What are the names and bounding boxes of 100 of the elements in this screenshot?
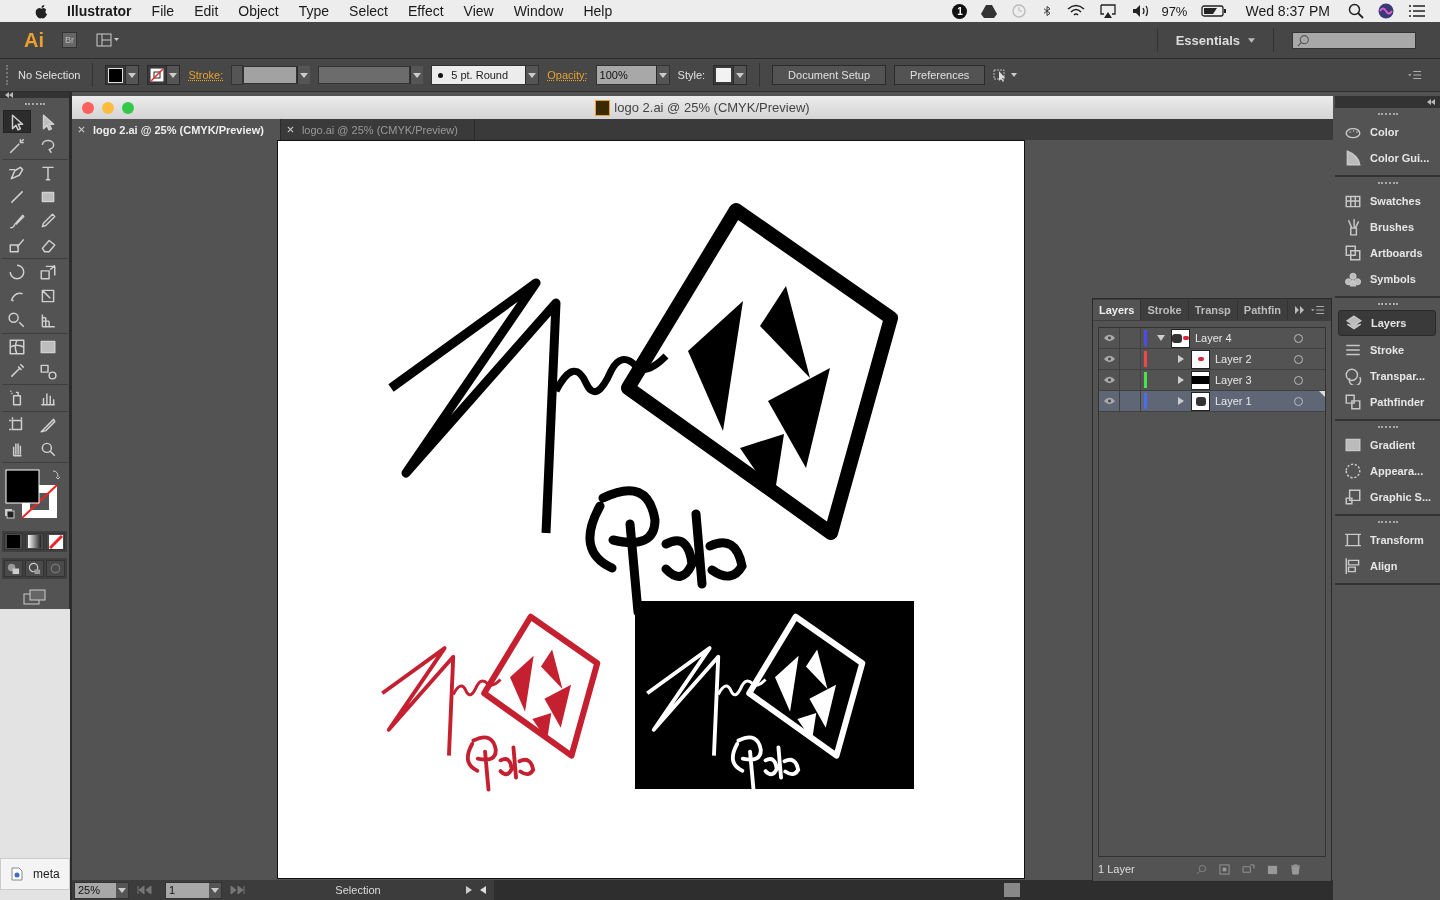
close-icon[interactable] [78, 126, 85, 133]
disclosure-icon[interactable] [1157, 334, 1165, 342]
eye-icon[interactable] [1102, 334, 1116, 342]
battery-icon[interactable] [1201, 4, 1228, 18]
panel-item[interactable]: Stroke [1338, 338, 1436, 362]
isolate-icon[interactable] [993, 68, 1020, 82]
eye-icon[interactable] [1102, 355, 1116, 363]
menu-item[interactable]: Object [238, 3, 279, 19]
menu-item[interactable]: Effect [408, 3, 444, 19]
brush-dropdown[interactable] [318, 66, 424, 84]
panel-item[interactable]: Appeara... [1338, 459, 1436, 483]
fill-swatch [108, 67, 124, 83]
document-icon [11, 867, 23, 881]
expand-icon[interactable] [1295, 306, 1305, 314]
wifi-icon[interactable] [1067, 4, 1086, 18]
eye-icon[interactable] [1102, 376, 1116, 384]
layer-name[interactable]: Layer 3 [1215, 374, 1294, 386]
panel-tab[interactable]: Layers [1093, 300, 1142, 320]
panel-item[interactable]: Pathfinder [1338, 390, 1436, 414]
new-layer-icon[interactable] [1267, 863, 1278, 875]
menu-item[interactable]: Select [349, 3, 388, 19]
layer-name[interactable]: Layer 1 [1215, 395, 1294, 407]
trash-icon[interactable] [1290, 863, 1301, 875]
airplay-icon[interactable] [1099, 3, 1118, 19]
scrollbar-thumb[interactable] [1004, 883, 1020, 897]
scroll-left-icon[interactable] [480, 886, 486, 894]
gradient-button[interactable] [25, 533, 44, 550]
layer-row[interactable]: Layer 4 [1099, 328, 1325, 349]
stroke-link[interactable]: Stroke: [188, 69, 224, 81]
opacity-field[interactable]: 100% [595, 65, 670, 85]
stroke-dropdown[interactable] [147, 65, 181, 85]
menu-item[interactable]: Help [583, 3, 613, 19]
clipping-mask-icon[interactable] [1219, 863, 1230, 875]
menu-item[interactable]: Type [298, 3, 330, 19]
style-dropdown[interactable] [713, 65, 748, 85]
panel-item[interactable]: Swatches [1338, 189, 1436, 213]
caret-icon[interactable] [1248, 37, 1255, 43]
disclosure-icon[interactable] [1177, 376, 1185, 384]
menu-item[interactable]: Edit [194, 3, 219, 19]
panel-item[interactable]: Align [1338, 554, 1436, 578]
artboard-field[interactable]: 1 [165, 881, 222, 899]
tool-button[interactable] [3, 110, 31, 133]
opacity-link[interactable]: Opacity: [547, 69, 588, 81]
layer-row[interactable]: Layer 2 [1099, 349, 1325, 370]
disclosure-icon[interactable] [1177, 355, 1185, 363]
menu-item[interactable]: File [151, 3, 175, 19]
toolbar-button[interactable]: Preferences [894, 65, 986, 85]
menu-item[interactable]: Window [513, 3, 564, 19]
layer-name[interactable]: Layer 2 [1215, 353, 1294, 365]
layer-name[interactable]: Layer 4 [1195, 332, 1294, 344]
panel-item[interactable]: Graphic S... [1338, 485, 1436, 509]
document-tab[interactable]: logo 2.ai @ 25% (CMYK/Preview) [72, 119, 281, 140]
panel-menu-icon[interactable] [1311, 305, 1325, 315]
eyedropper-icon [8, 361, 26, 380]
panel-tab[interactable]: Transp [1188, 300, 1238, 320]
squares-icon [1344, 393, 1362, 411]
fill-dropdown[interactable] [105, 65, 140, 85]
panel-item[interactable]: Transpar... [1338, 364, 1436, 388]
collapse-icon[interactable] [1426, 99, 1436, 105]
toolbar-button[interactable]: Document Setup [772, 65, 887, 85]
transform-icon [1344, 531, 1362, 549]
app-menu[interactable]: Illustrator [67, 3, 132, 19]
stroke-weight-field[interactable] [231, 66, 311, 84]
layer-thumbnail [1191, 370, 1210, 390]
clock[interactable]: Wed 8:37 PM [1245, 3, 1330, 19]
panel-item[interactable]: Color Gui... [1338, 146, 1436, 170]
eye-icon[interactable] [1102, 397, 1116, 405]
siri-icon[interactable] [1378, 3, 1394, 19]
panel-item[interactable]: Transform [1338, 528, 1436, 552]
panel-item[interactable]: Gradient [1338, 433, 1436, 457]
play-icon[interactable] [466, 886, 472, 894]
apple-icon[interactable] [34, 3, 49, 19]
search-field[interactable] [1292, 31, 1416, 49]
arrange-documents-icon[interactable] [95, 33, 121, 47]
panel-tab[interactable]: Pathfin [1237, 300, 1289, 320]
desktop-file[interactable]: meta [0, 858, 70, 890]
list-icon[interactable] [1408, 4, 1426, 18]
notification-badge[interactable]: 1 [952, 3, 968, 19]
screen-mode-icon[interactable] [22, 589, 47, 605]
window-title: logo 2.ai @ 25% (CMYK/Preview) [614, 100, 810, 115]
panel-item[interactable]: Layers [1338, 310, 1436, 336]
search-icon[interactable] [1348, 3, 1364, 19]
close-icon[interactable] [286, 126, 294, 133]
panel-menu-icon[interactable] [1408, 70, 1422, 80]
panel-item[interactable]: Symbols [1338, 267, 1436, 291]
panel-item[interactable]: Brushes [1338, 215, 1436, 239]
color-button[interactable] [4, 533, 23, 550]
draw-normal-button[interactable] [4, 560, 23, 577]
draw-behind-button[interactable] [25, 560, 44, 577]
menu-item[interactable]: View [463, 3, 494, 19]
none-button[interactable] [46, 533, 65, 550]
zoom-dropdown[interactable]: 25% [74, 881, 129, 899]
workspace-switcher[interactable]: Essentials [1175, 32, 1240, 48]
disclosure-icon[interactable] [1177, 397, 1185, 405]
panel-item[interactable]: Artboards [1338, 241, 1436, 265]
layer-row[interactable]: Layer 1 [1099, 391, 1325, 412]
brush-profile-dropdown[interactable]: 5 pt. Round [431, 65, 540, 85]
panel-item[interactable]: Color [1338, 120, 1436, 144]
app-logo: Ai [24, 28, 44, 52]
panel-tab[interactable]: Stroke [1141, 300, 1189, 320]
